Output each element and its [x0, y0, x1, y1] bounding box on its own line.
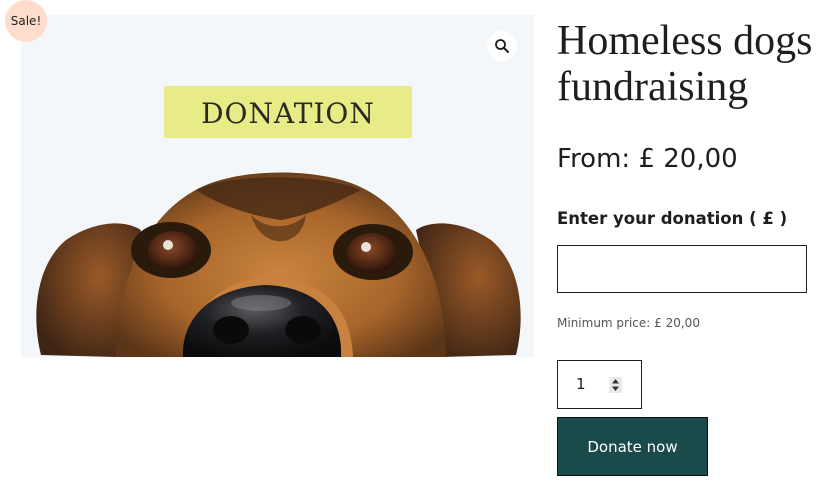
donate-now-button[interactable]: Donate now [557, 417, 708, 476]
product-image[interactable]: DONATION [21, 15, 534, 357]
donation-amount-input[interactable] [557, 245, 807, 293]
donation-sign-text: DONATION [201, 96, 375, 130]
product-title: Homeless dogs fundraising [557, 18, 813, 110]
product-page: Sale! DONATION Homeless dogs fundraising… [0, 0, 836, 484]
donation-sign: DONATION [164, 86, 412, 138]
magnifier-icon [495, 39, 509, 53]
donation-label: Enter your donation ( £ ) [557, 209, 788, 228]
product-price: From: £ 20,00 [557, 144, 738, 174]
zoom-button[interactable] [487, 31, 517, 61]
up-down-arrows-icon[interactable] [609, 377, 622, 393]
minimum-price-note: Minimum price: £ 20,00 [557, 316, 700, 330]
quantity-value[interactable]: 1 [576, 374, 586, 394]
quantity-stepper[interactable]: 1 [557, 360, 642, 409]
dog-photo [21, 15, 534, 357]
sale-badge: Sale! [5, 0, 47, 42]
